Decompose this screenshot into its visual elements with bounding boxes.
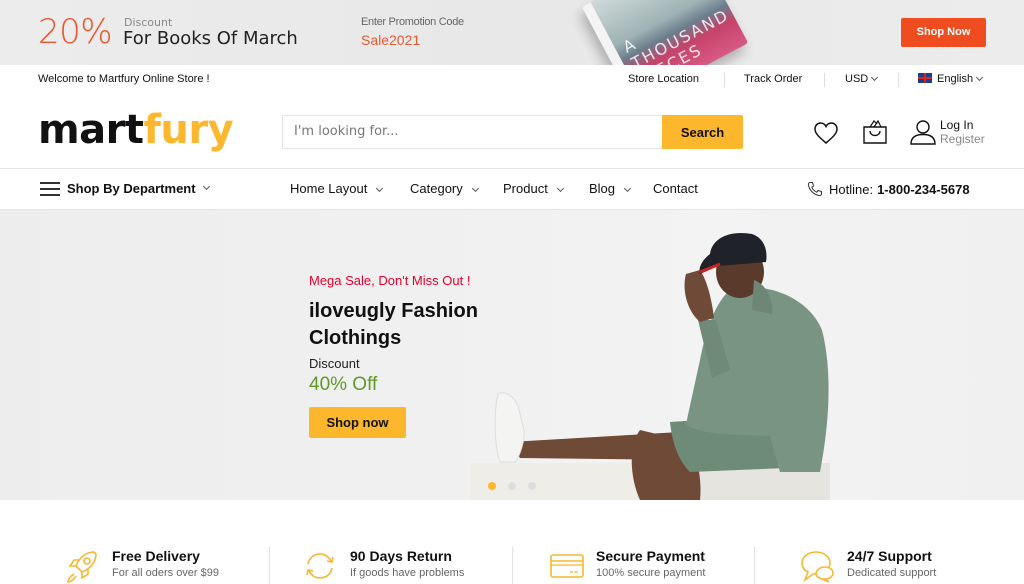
- divider: [512, 547, 513, 584]
- features-bar: Free Delivery For all oders over $99 90 …: [0, 500, 1024, 584]
- shopping-bag-icon[interactable]: [862, 119, 888, 145]
- logo-text-mart: mart: [38, 107, 144, 153]
- hotline-number[interactable]: 1-800-234-5678: [877, 182, 970, 197]
- department-label: Shop By Department: [67, 181, 196, 196]
- credit-card-icon: [550, 554, 584, 578]
- language-selector[interactable]: English: [918, 73, 984, 85]
- nav-item-category[interactable]: Category: [410, 181, 479, 196]
- hero-title: iloveugly Fashion Clothings: [309, 300, 478, 349]
- welcome-message: Welcome to Martfury Online Store !: [38, 73, 210, 85]
- top-bar: Welcome to Martfury Online Store ! Store…: [0, 65, 1024, 95]
- hamburger-icon: [40, 181, 60, 196]
- feature-subtitle: 100% secure payment: [596, 567, 706, 579]
- feature-24-7-support: 24/7 Support Dedicated support: [799, 548, 936, 584]
- divider: [724, 73, 725, 87]
- divider: [269, 547, 270, 584]
- nav-label: Product: [503, 181, 548, 196]
- register-link[interactable]: Register: [940, 132, 985, 146]
- hotline: Hotline: 1-800-234-5678: [807, 181, 970, 197]
- nav-item-contact[interactable]: Contact: [653, 181, 698, 196]
- promo-banner[interactable]: 20% Discount For Books Of March Enter Pr…: [0, 0, 1024, 65]
- hotline-label: Hotline:: [829, 181, 874, 197]
- slider-dots: [488, 482, 536, 490]
- promo-discount-title: For Books Of March: [123, 28, 298, 49]
- hero-tagline: Mega Sale, Don't Miss Out !: [309, 273, 471, 288]
- nav-item-blog[interactable]: Blog: [589, 181, 632, 196]
- promo-shop-now-button[interactable]: Shop Now: [901, 18, 986, 47]
- login-link[interactable]: Log In: [940, 118, 973, 132]
- chevron-down-icon: [976, 73, 984, 82]
- track-order-link[interactable]: Track Order: [744, 73, 802, 85]
- feature-subtitle: Dedicated support: [847, 567, 937, 579]
- promo-code-label: Enter Promotion Code: [361, 16, 464, 28]
- nav-label: Blog: [589, 181, 616, 196]
- promo-code: Sale2021: [361, 32, 421, 48]
- slider-dot-1[interactable]: [488, 482, 496, 490]
- book-image: A THOUSAND PIECES: [581, 0, 749, 65]
- logo[interactable]: martfury: [38, 107, 234, 153]
- chevron-down-icon: [623, 184, 632, 193]
- nav-label: Contact: [653, 181, 698, 196]
- hero-shop-now-button[interactable]: Shop now: [309, 407, 406, 438]
- promo-percent: 20%: [38, 12, 113, 52]
- nav-item-home-layout[interactable]: Home Layout: [290, 181, 384, 196]
- phone-icon: [807, 182, 822, 197]
- chat-icon: [801, 551, 834, 583]
- wishlist-heart-icon[interactable]: [813, 121, 839, 145]
- feature-subtitle: For all oders over $99: [112, 567, 219, 579]
- nav-label: Home Layout: [290, 181, 368, 196]
- refresh-icon: [306, 553, 334, 579]
- feature-title: Secure Payment: [596, 548, 705, 564]
- slider-dot-3[interactable]: [528, 482, 536, 490]
- search-input[interactable]: I'm looking for...: [282, 115, 663, 149]
- divider: [898, 73, 899, 87]
- chevron-down-icon: [871, 73, 879, 82]
- search-button[interactable]: Search: [662, 115, 743, 149]
- main-nav: Shop By Department Home Layout Category …: [0, 169, 1024, 210]
- user-icon[interactable]: [910, 119, 936, 145]
- feature-title: 90 Days Return: [350, 548, 452, 564]
- book-title-text: A THOUSAND PIECES: [619, 5, 733, 65]
- currency-selector[interactable]: USD: [845, 73, 879, 85]
- feature-secure-payment: Secure Payment 100% secure payment: [548, 548, 705, 584]
- site-header: martfury I'm looking for... Search Log I…: [0, 95, 1024, 169]
- chevron-down-icon: [556, 184, 564, 193]
- divider: [754, 547, 755, 584]
- hero-offer: 40% Off: [309, 374, 378, 395]
- slider-dot-2[interactable]: [508, 482, 516, 490]
- logo-text-fury: fury: [143, 107, 234, 153]
- hero-discount-label: Discount: [309, 356, 360, 371]
- nav-label: Category: [410, 181, 463, 196]
- divider: [824, 73, 825, 87]
- store-location-link[interactable]: Store Location: [628, 73, 699, 85]
- feature-title: 24/7 Support: [847, 548, 932, 564]
- feature-free-delivery: Free Delivery For all oders over $99: [64, 548, 219, 584]
- shop-by-department-menu[interactable]: Shop By Department: [40, 181, 210, 196]
- hero-model-image: [494, 232, 829, 500]
- currency-value: USD: [845, 73, 869, 85]
- nav-item-product[interactable]: Product: [503, 181, 564, 196]
- feature-title: Free Delivery: [112, 548, 200, 564]
- chevron-down-icon: [376, 184, 384, 193]
- rocket-icon: [67, 551, 97, 583]
- uk-flag-icon: [918, 73, 932, 83]
- language-value: English: [937, 73, 974, 85]
- feature-90-days-return: 90 Days Return If goods have problems: [302, 548, 464, 584]
- hero-slider[interactable]: Mega Sale, Don't Miss Out ! iloveugly Fa…: [0, 210, 1024, 500]
- chevron-down-icon: [471, 184, 479, 193]
- chevron-down-icon: [202, 182, 210, 191]
- feature-subtitle: If goods have problems: [350, 567, 465, 579]
